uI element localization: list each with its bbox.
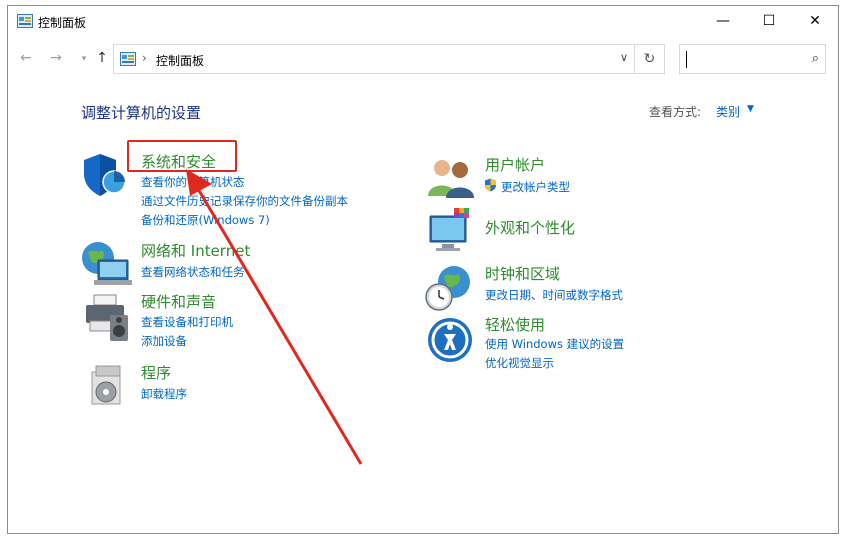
annotation-arrow-icon bbox=[186, 169, 363, 465]
control-panel-window: 控制面板 — ☐ ✕ ← → ▾ ↑ › 控制面板 ∨ ↻ ⌕ 调整计算机的设置… bbox=[7, 5, 839, 534]
